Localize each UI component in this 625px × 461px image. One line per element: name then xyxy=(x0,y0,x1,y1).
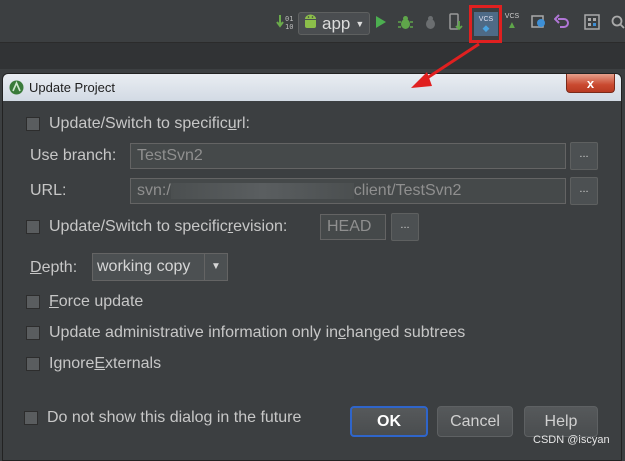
depth-select[interactable]: working copy ▼ xyxy=(92,253,228,281)
attach-debugger-icon[interactable] xyxy=(421,11,439,33)
editor-tab-strip xyxy=(0,43,625,69)
annotation-arrow xyxy=(411,42,480,88)
android-icon xyxy=(303,13,318,35)
url-label: URL: xyxy=(30,182,67,199)
switch-revision-checkbox[interactable] xyxy=(26,220,40,234)
dialog-title: Update Project xyxy=(29,80,115,95)
ignore-externals-option[interactable]: Ignore Externals xyxy=(26,355,161,373)
update-project-dialog: Update Project x Update/Switch to specif… xyxy=(2,73,622,461)
force-update-option[interactable]: Force update xyxy=(26,293,143,311)
annotation-highlight-box xyxy=(469,5,502,43)
project-structure-icon[interactable] xyxy=(583,11,601,33)
dialog-titlebar[interactable]: Update Project x xyxy=(3,74,621,101)
vcs-commit-icon[interactable]: VCS ▲ xyxy=(503,11,521,33)
make-project-icon[interactable]: 01 10 xyxy=(276,11,294,33)
watermark: CSDN @iscyan xyxy=(533,434,610,446)
admin-info-checkbox[interactable] xyxy=(26,326,40,340)
revision-field[interactable]: HEAD xyxy=(320,214,386,240)
ide-toolbar: 01 10 app ▼ VCS ◆ VCS ▲ xyxy=(0,0,625,43)
ignore-externals-checkbox[interactable] xyxy=(26,357,40,371)
arrow-up-icon: ▲ xyxy=(507,20,517,31)
redacted-region xyxy=(170,183,354,199)
admin-info-option[interactable]: Update administrative information only i… xyxy=(26,324,465,342)
compare-icon[interactable] xyxy=(529,11,547,33)
revert-icon[interactable] xyxy=(553,11,571,33)
run-config-label: app xyxy=(322,13,351,33)
ok-button[interactable]: OK xyxy=(350,406,428,437)
android-studio-icon xyxy=(9,80,24,100)
close-button[interactable]: x xyxy=(566,74,615,93)
chevron-down-icon: ▼ xyxy=(204,254,227,280)
debug-icon[interactable] xyxy=(396,11,414,33)
revision-browse-button[interactable]: ... xyxy=(391,213,419,241)
switch-revision-option[interactable]: Update/Switch to specific r evision: xyxy=(26,218,287,236)
svg-text:10: 10 xyxy=(285,23,293,31)
avd-manager-icon[interactable] xyxy=(446,11,464,33)
depth-label: Depth: xyxy=(30,259,78,276)
switch-url-option[interactable]: Update/Switch to specific u rl: xyxy=(26,115,250,133)
switch-url-checkbox[interactable] xyxy=(26,117,40,131)
help-button[interactable]: Help xyxy=(524,406,598,437)
url-field[interactable]: svn:/ client/TestSvn2 xyxy=(130,178,566,204)
chevron-down-icon: ▼ xyxy=(355,18,365,29)
cancel-button[interactable]: Cancel xyxy=(437,406,513,437)
run-icon[interactable] xyxy=(373,11,389,33)
branch-field[interactable]: TestSvn2 xyxy=(130,143,566,169)
do-not-show-checkbox[interactable] xyxy=(24,411,38,425)
branch-label: Use branch: xyxy=(30,147,117,164)
search-icon[interactable] xyxy=(610,11,625,33)
branch-browse-button[interactable]: ... xyxy=(570,142,598,170)
url-browse-button[interactable]: ... xyxy=(570,177,598,205)
run-config-selector[interactable]: app ▼ xyxy=(298,12,370,35)
force-update-checkbox[interactable] xyxy=(26,295,40,309)
svg-text:01: 01 xyxy=(285,15,293,23)
do-not-show-option[interactable]: Do not show this dialog in the future xyxy=(24,409,301,427)
